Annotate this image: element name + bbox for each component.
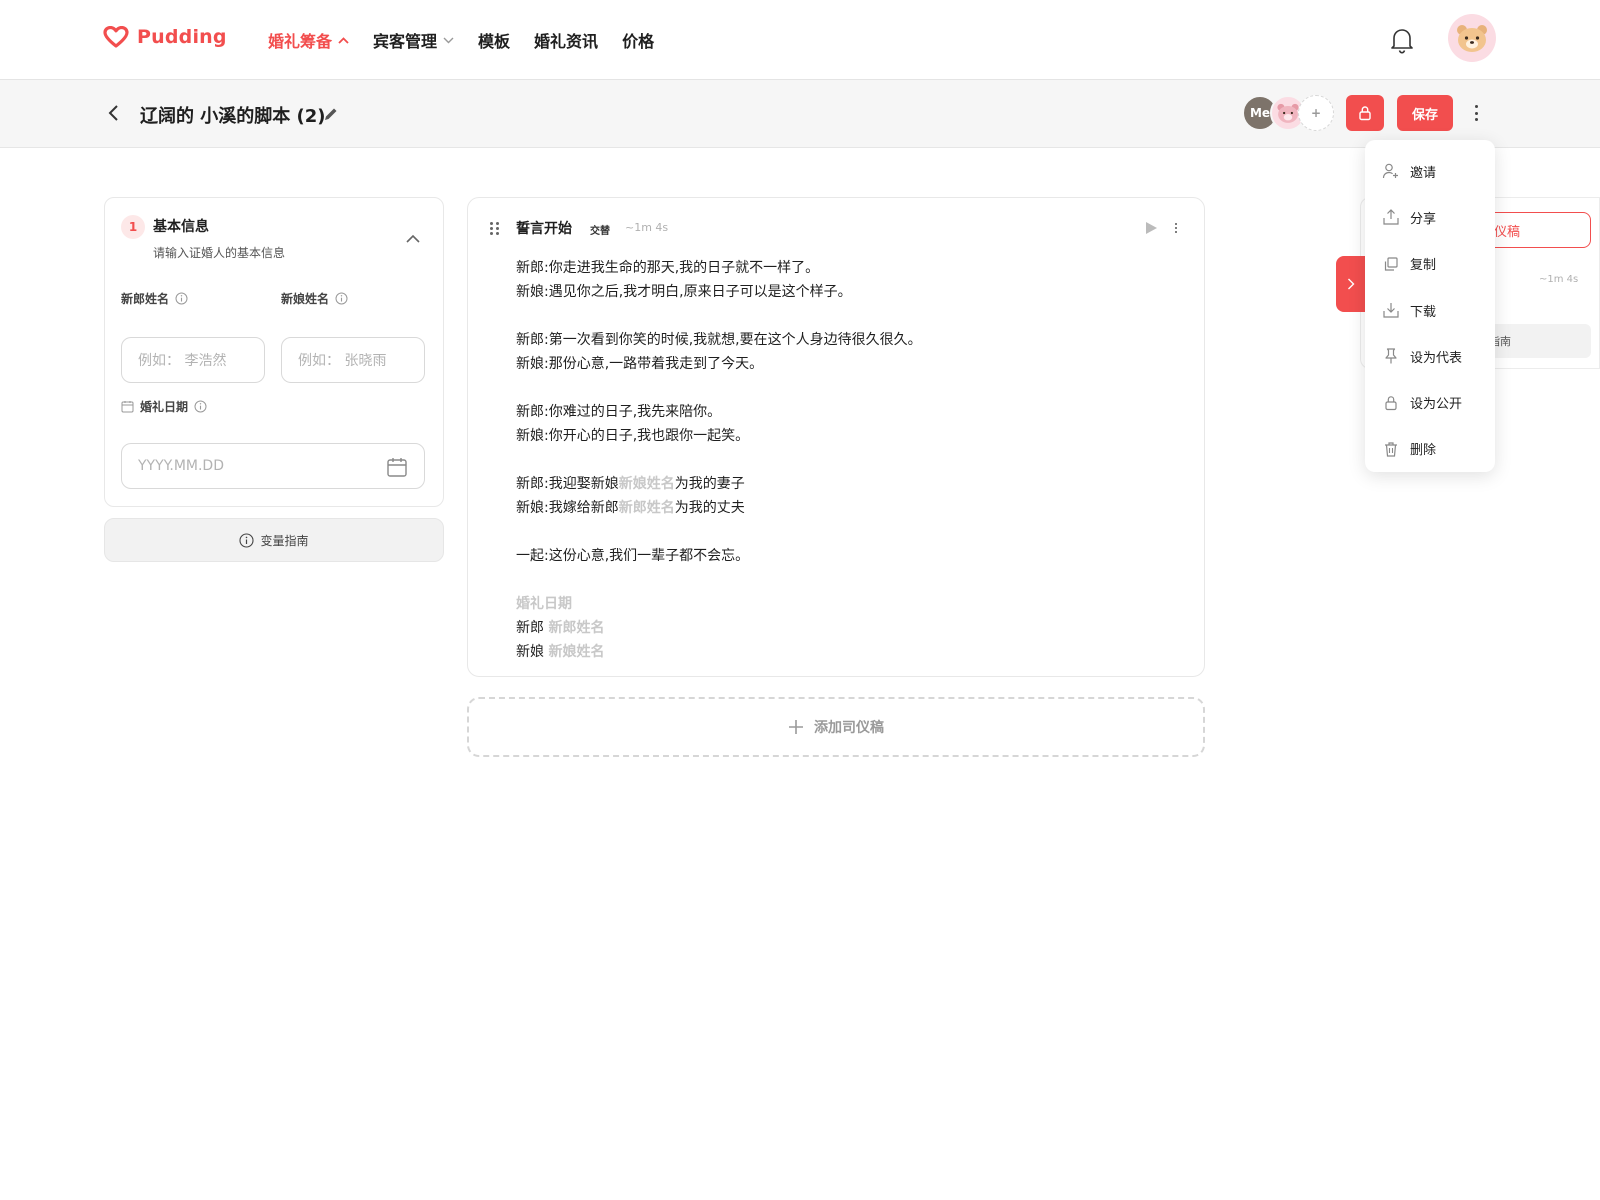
info-icon	[239, 532, 255, 548]
script-line: 新郎:你走进我生命的那天,我的日子就不一样了。	[516, 260, 820, 276]
script-title: 誓言开始	[516, 221, 572, 237]
script-line: 新娘:遇见你之后,我才明白,原来日子可以是这个样子。	[516, 284, 852, 300]
section-title: 基本信息	[153, 219, 209, 235]
script-duration: ~1m 4s	[625, 221, 669, 234]
chevron-up-icon	[338, 36, 349, 44]
lock-button[interactable]	[1346, 95, 1384, 131]
script-more-button[interactable]	[1172, 221, 1180, 235]
chevron-down-icon	[443, 37, 454, 43]
document-title: 辽阔的 小溪的脚本 (2)	[140, 106, 326, 127]
panel-toggle-tab[interactable]	[1336, 256, 1366, 312]
invite-icon	[1382, 163, 1398, 179]
brand-name: Pudding	[137, 26, 227, 48]
nav-item-label: 价格	[622, 32, 655, 51]
add-script-button[interactable]: 添加司仪稿	[467, 697, 1205, 757]
variable-guide-button[interactable]: 变量指南	[104, 518, 444, 562]
menu-item-share[interactable]: 分享	[1365, 194, 1495, 240]
calendar-icon[interactable]	[386, 456, 408, 478]
bear-avatar-icon	[1277, 103, 1299, 123]
wedding-date-label: 婚礼日期	[121, 398, 207, 415]
menu-item-copy[interactable]: 复制	[1365, 241, 1495, 287]
plus-icon	[789, 720, 803, 734]
variable-bride-name: 新娘姓名	[618, 476, 675, 492]
bear-avatar-icon	[1457, 25, 1487, 52]
script-line: 新娘:你开心的日子,我也跟你一起笑。	[516, 428, 750, 444]
script-line: 新娘:我嫁给新郎新郎姓名为我的丈夫	[516, 500, 745, 516]
trash-icon	[1385, 442, 1397, 457]
download-icon	[1383, 303, 1399, 318]
basic-info-card: 1 基本信息 请输入证婚人的基本信息 新郎姓名 新娘姓名 例如： 李浩然 例如：…	[104, 197, 444, 507]
bell-icon[interactable]	[1390, 26, 1414, 54]
script-line: 新郎:第一次看到你笑的时候,我就想,要在这个人身边待很久很久。	[516, 332, 922, 348]
nav-item-wedding-news[interactable]: 婚礼资讯	[534, 28, 598, 52]
nav-item-templates[interactable]: 模板	[478, 28, 510, 52]
variable-bride-name: 新娘姓名	[548, 644, 605, 660]
section-subtitle: 请输入证婚人的基本信息	[153, 246, 286, 260]
step-number-badge: 1	[121, 215, 145, 239]
nav-item-label: 模板	[478, 32, 511, 51]
script-line: 新郎:你难过的日子,我先来陪你。	[516, 404, 722, 420]
info-icon[interactable]	[194, 400, 207, 413]
groom-name-input[interactable]: 例如： 李浩然	[121, 337, 265, 383]
menu-item-download[interactable]: 下载	[1365, 287, 1495, 333]
copy-icon	[1384, 257, 1398, 271]
variable-groom-name: 新郎姓名	[618, 500, 675, 516]
edit-pencil-icon[interactable]	[323, 106, 339, 122]
menu-item-invite[interactable]: 邀请	[1365, 148, 1495, 194]
outline-duration: ~1m 4s	[1539, 274, 1579, 285]
wedding-date-input[interactable]: YYYY.MM.DD	[121, 443, 425, 489]
pin-icon	[1385, 348, 1397, 364]
more-options-menu: 邀请 分享 复制 下载 设为代表 设为公开 删除	[1365, 140, 1495, 472]
save-button[interactable]: 保存	[1397, 95, 1453, 131]
collaborators: Me +	[1242, 95, 1334, 131]
menu-item-set-representative[interactable]: 设为代表	[1365, 333, 1495, 379]
script-line: 新娘 新娘姓名	[516, 644, 605, 660]
script-line: 婚礼日期	[516, 592, 922, 616]
brand-logo[interactable]: Pudding	[103, 26, 227, 48]
script-card: 誓言开始 交替 ~1m 4s 新郎:你走进我生命的那天,我的日子就不一样了。 新…	[467, 197, 1205, 677]
main-nav: 婚礼筹备 宾客管理 模板 婚礼资讯 价格	[268, 28, 678, 52]
script-line: 新郎 新郎姓名	[516, 620, 605, 636]
nav-item-pricing[interactable]: 价格	[622, 28, 654, 52]
script-text[interactable]: 新郎:你走进我生命的那天,我的日子就不一样了。 新娘:遇见你之后,我才明白,原来…	[516, 256, 922, 664]
script-line: 新郎:我迎娶新娘新娘姓名为我的妻子	[516, 476, 745, 492]
chevron-up-icon[interactable]	[405, 234, 421, 244]
user-avatar[interactable]	[1448, 14, 1496, 62]
script-line: 一起:这份心意,我们一辈子都不会忘。	[516, 548, 750, 564]
play-icon[interactable]	[1144, 221, 1158, 235]
nav-item-wedding-planning[interactable]: 婚礼筹备	[268, 28, 349, 52]
nav-item-label: 宾客管理	[373, 32, 438, 51]
variable-groom-name: 新郎姓名	[548, 620, 605, 636]
calendar-icon	[121, 401, 134, 413]
lock-icon	[1385, 395, 1397, 410]
info-icon[interactable]	[175, 292, 188, 305]
menu-item-delete[interactable]: 删除	[1365, 426, 1495, 472]
nav-item-label: 婚礼筹备	[268, 32, 333, 51]
share-icon	[1383, 209, 1399, 226]
nav-item-guest-management[interactable]: 宾客管理	[373, 28, 454, 52]
bride-name-label: 新娘姓名	[281, 290, 348, 307]
top-navigation: Pudding 婚礼筹备 宾客管理 模板 婚礼资讯 价格	[0, 0, 1600, 80]
add-collaborator-button[interactable]: +	[1298, 95, 1334, 131]
lock-icon	[1359, 106, 1371, 121]
add-script-outline-button[interactable]: 仪稿	[1481, 212, 1591, 248]
bride-name-input[interactable]: 例如： 张晓雨	[281, 337, 425, 383]
menu-item-make-public[interactable]: 设为公开	[1365, 379, 1495, 425]
info-icon[interactable]	[335, 292, 348, 305]
more-options-button[interactable]	[1470, 102, 1482, 124]
script-mode-tag[interactable]: 交替	[590, 222, 610, 237]
heart-logo-icon	[103, 26, 129, 48]
back-arrow-icon[interactable]	[108, 104, 120, 122]
variable-wedding-date: 婚礼日期	[516, 596, 572, 612]
nav-item-label: 婚礼资讯	[534, 32, 599, 51]
drag-handle-icon[interactable]	[490, 222, 499, 235]
script-line: 新娘:那份心意,一路带着我走到了今天。	[516, 356, 764, 372]
chevron-right-icon	[1348, 278, 1355, 290]
groom-name-label: 新郎姓名	[121, 290, 188, 307]
document-header: 辽阔的 小溪的脚本 (2) Me + 保存	[0, 80, 1600, 148]
